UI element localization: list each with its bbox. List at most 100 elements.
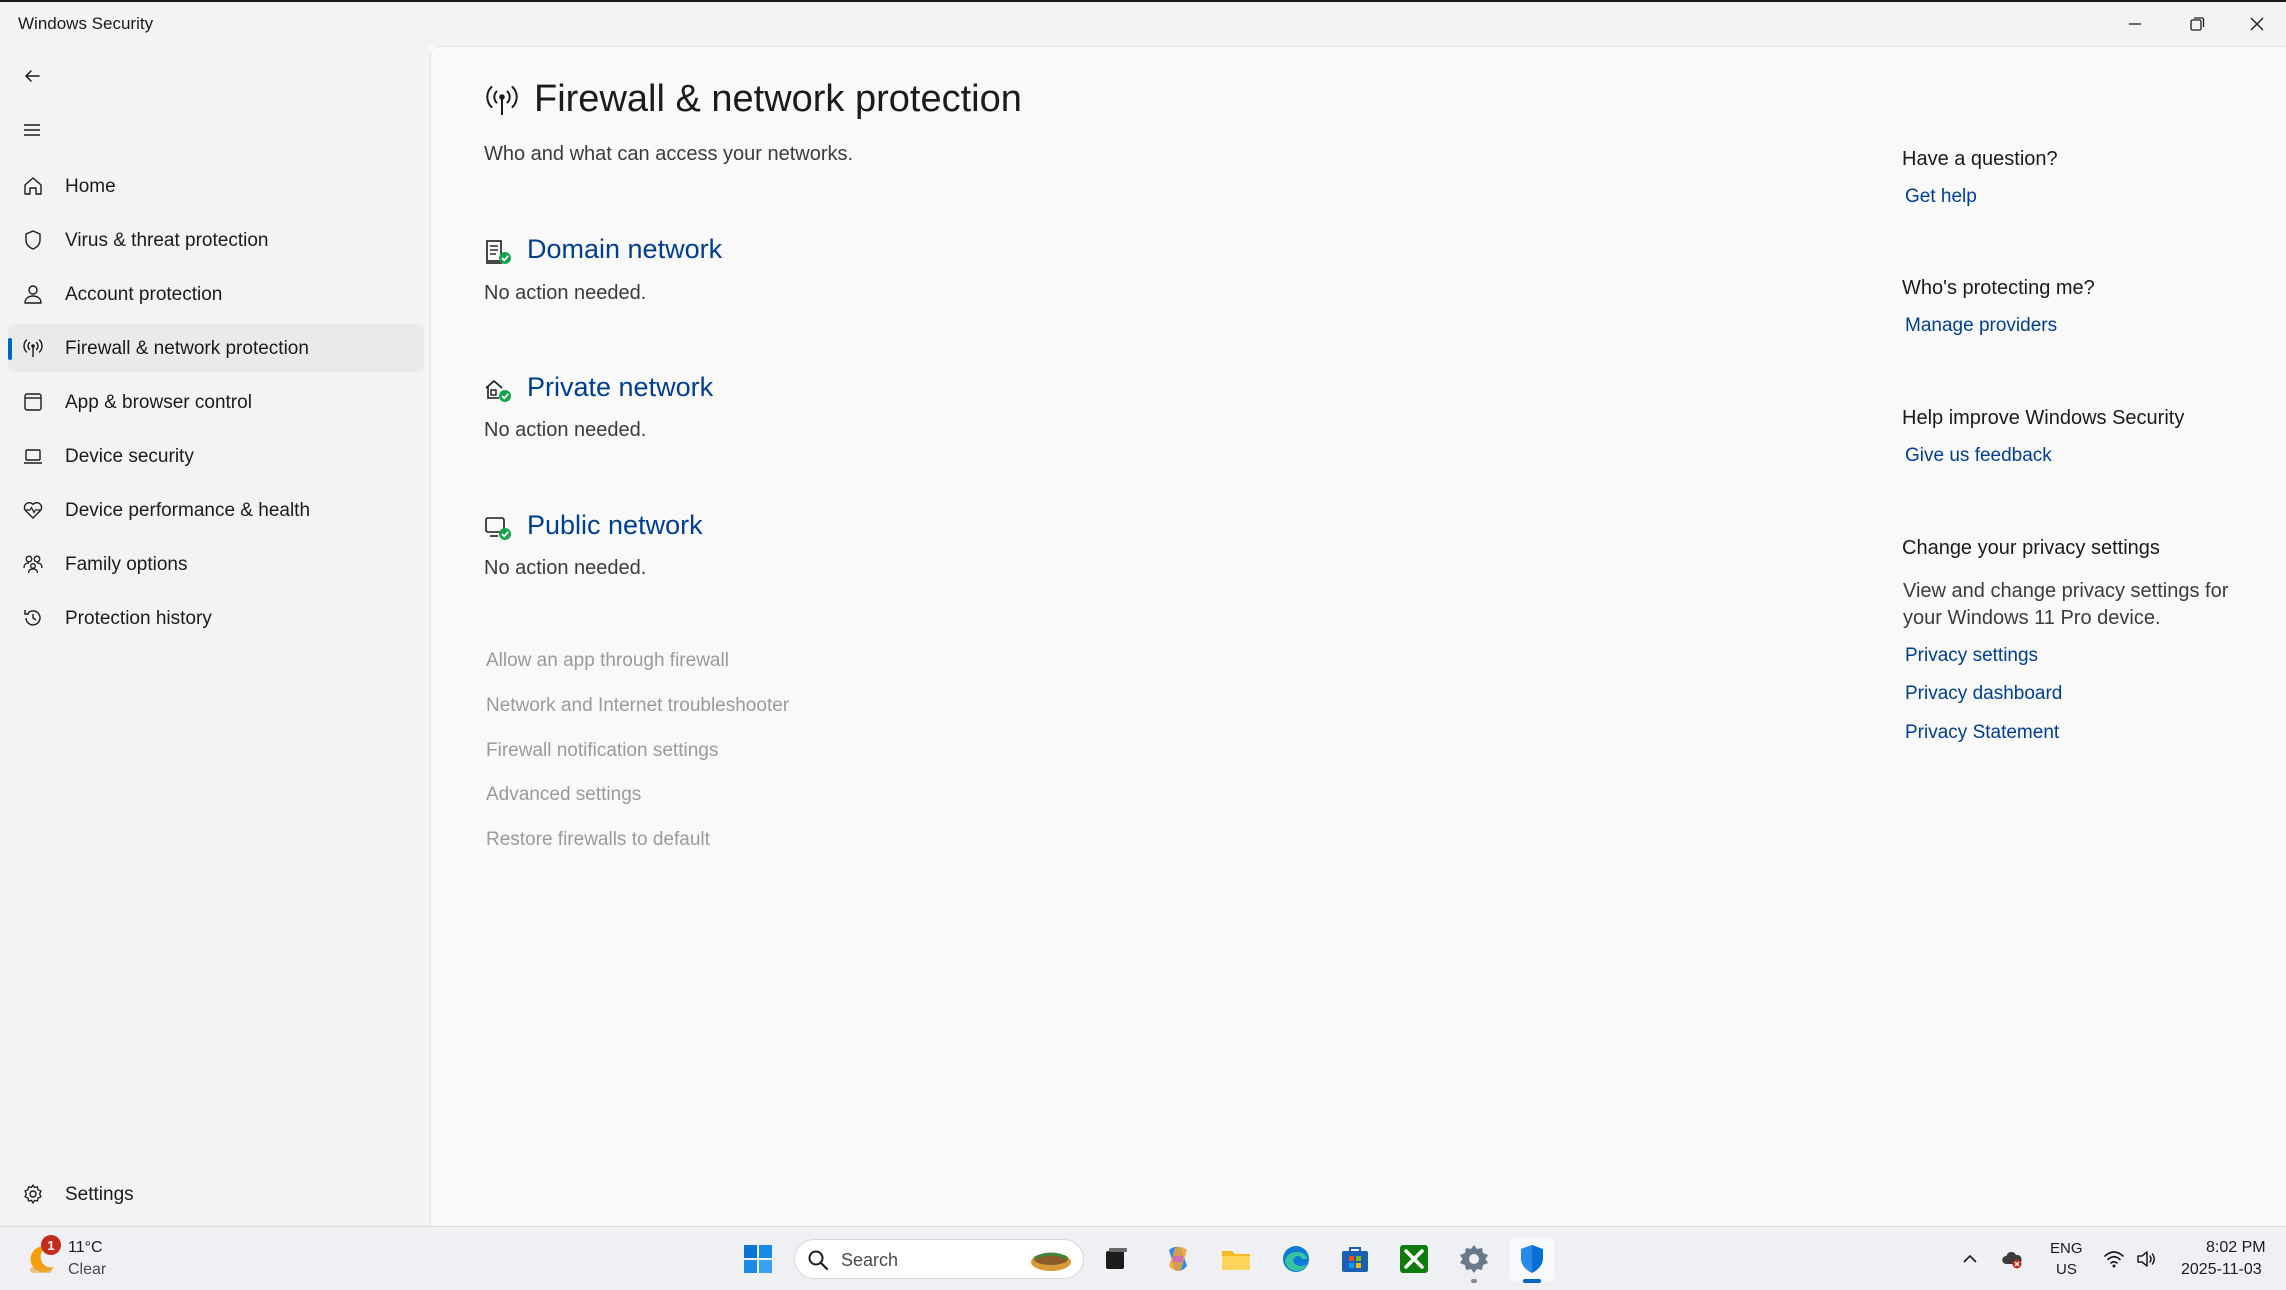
speaker-icon (2137, 1251, 2155, 1267)
privacy-heading: Change your privacy settings (1902, 537, 2160, 559)
file-explorer-button[interactable] (1214, 1237, 1258, 1281)
sidebar-item-label: Firewall & network protection (65, 338, 309, 359)
clock-time[interactable]: 8:02 PM (2206, 1239, 2266, 1257)
selection-indicator (8, 338, 12, 360)
privacy-settings-link[interactable]: Privacy settings (1905, 645, 2038, 667)
settings-taskbar-button[interactable] (1452, 1237, 1496, 1283)
privacy-dashboard-link[interactable]: Privacy dashboard (1905, 683, 2062, 705)
taskbar: 1 11°C Clear Search ENG US 8:02 PM 2025-… (0, 1226, 2286, 1290)
show-hidden-icons-button[interactable] (1956, 1245, 1984, 1273)
sidebar-item-home[interactable]: Home (8, 162, 424, 210)
search-highlight-icon (1031, 1252, 1071, 1271)
windows-security-icon (1521, 1245, 1543, 1273)
language-region: US (2056, 1261, 2077, 1278)
edge-icon (1283, 1246, 1309, 1272)
sidebar-item-label: App & browser control (65, 392, 252, 413)
file-explorer-icon (1222, 1251, 1250, 1270)
antenna-icon (486, 86, 518, 115)
sidebar-item-account[interactable]: Account protection (8, 270, 424, 318)
minimize-button[interactable] (2104, 2, 2166, 46)
sidebar-item-protection-history[interactable]: Protection history (8, 594, 424, 642)
laptop-icon (22, 445, 44, 467)
language-indicator[interactable]: ENG (2050, 1240, 2083, 1257)
hamburger-menu-button[interactable] (12, 110, 52, 150)
xbox-button[interactable] (1392, 1237, 1436, 1281)
public-network-status: No action needed. (484, 557, 647, 579)
sidebar-item-family[interactable]: Family options (8, 540, 424, 588)
task-view-icon (1106, 1248, 1127, 1269)
sidebar: Home Virus & threat protection Account p… (0, 46, 430, 1226)
sidebar-item-label: Protection history (65, 608, 212, 629)
question-heading: Have a question? (1902, 148, 2058, 170)
search-placeholder: Search (841, 1250, 899, 1270)
xbox-icon (1400, 1245, 1428, 1273)
protecting-heading: Who's protecting me? (1902, 277, 2095, 299)
antenna-icon (22, 337, 44, 359)
home-icon (22, 175, 44, 197)
advanced-settings-link[interactable]: Advanced settings (486, 784, 641, 806)
hamburger-menu-icon (24, 124, 40, 136)
settings-icon (1460, 1245, 1488, 1273)
weather-condition: Clear (68, 1261, 107, 1278)
app-window-icon (22, 391, 44, 413)
copilot-button[interactable] (1156, 1237, 1200, 1281)
start-button[interactable] (736, 1237, 780, 1281)
family-icon (22, 553, 44, 575)
app-title: Windows Security (18, 14, 154, 33)
shield-icon (22, 229, 44, 251)
store-icon (1342, 1247, 1368, 1272)
sidebar-item-device-security[interactable]: Device security (8, 432, 424, 480)
title-bar: Windows Security (0, 2, 2286, 46)
public-network-icon (485, 517, 511, 540)
main-content (430, 46, 2286, 1226)
onedrive-tray-button[interactable] (1998, 1245, 2026, 1273)
back-arrow-icon (25, 70, 40, 82)
sidebar-item-settings[interactable]: Settings (8, 1170, 424, 1218)
public-network-link[interactable]: Public network (527, 510, 703, 541)
copilot-icon (1169, 1246, 1187, 1271)
sidebar-item-firewall[interactable]: Firewall & network protection (8, 324, 424, 372)
sidebar-item-app-browser[interactable]: App & browser control (8, 378, 424, 426)
privacy-statement-link[interactable]: Privacy Statement (1905, 722, 2059, 744)
network-troubleshooter-link[interactable]: Network and Internet troubleshooter (486, 695, 789, 717)
manage-providers-link[interactable]: Manage providers (1905, 315, 2057, 337)
sidebar-item-label: Account protection (65, 284, 223, 305)
gear-icon (22, 1183, 44, 1205)
chevron-up-icon (1963, 1254, 1977, 1263)
page-subtitle: Who and what can access your networks. (484, 143, 854, 165)
domain-network-link[interactable]: Domain network (527, 234, 722, 265)
close-button[interactable] (2226, 2, 2286, 46)
close-icon (2250, 17, 2264, 31)
privacy-description: View and change privacy settings for you… (1903, 580, 2229, 629)
sidebar-item-virus-threat[interactable]: Virus & threat protection (8, 216, 424, 264)
edge-button[interactable] (1274, 1237, 1318, 1281)
sidebar-item-device-performance[interactable]: Device performance & health (8, 486, 424, 534)
domain-network-icon (486, 240, 511, 264)
restore-button[interactable] (2166, 2, 2228, 46)
person-icon (22, 283, 44, 305)
history-icon (22, 607, 44, 629)
allow-app-through-firewall-link[interactable]: Allow an app through firewall (486, 650, 729, 672)
search-icon (808, 1250, 829, 1271)
firewall-notification-settings-link[interactable]: Firewall notification settings (486, 740, 718, 762)
cloud-alert-icon (2002, 1251, 2022, 1269)
taskbar-search[interactable]: Search (794, 1239, 1084, 1279)
page-title: Firewall & network protection (534, 78, 1022, 120)
store-button[interactable] (1333, 1237, 1377, 1281)
private-network-link[interactable]: Private network (527, 372, 713, 403)
weather-temperature: 11°C (68, 1239, 103, 1256)
volume-tray-button[interactable] (2132, 1245, 2160, 1273)
sidebar-item-label: Device performance & health (65, 500, 311, 521)
network-tray-button[interactable] (2100, 1245, 2128, 1273)
restore-firewalls-link[interactable]: Restore firewalls to default (486, 829, 710, 851)
wifi-icon (2104, 1251, 2124, 1268)
windows-security-taskbar-button[interactable] (1510, 1237, 1554, 1283)
back-button[interactable] (12, 56, 52, 96)
task-view-button[interactable] (1094, 1237, 1138, 1281)
sidebar-item-label: Home (65, 176, 116, 197)
heart-pulse-icon (22, 499, 44, 521)
get-help-link[interactable]: Get help (1905, 186, 1977, 208)
give-feedback-link[interactable]: Give us feedback (1905, 445, 2052, 467)
active-app-indicator (1523, 1279, 1541, 1283)
clock-date[interactable]: 2025-11-03 (2181, 1261, 2262, 1279)
